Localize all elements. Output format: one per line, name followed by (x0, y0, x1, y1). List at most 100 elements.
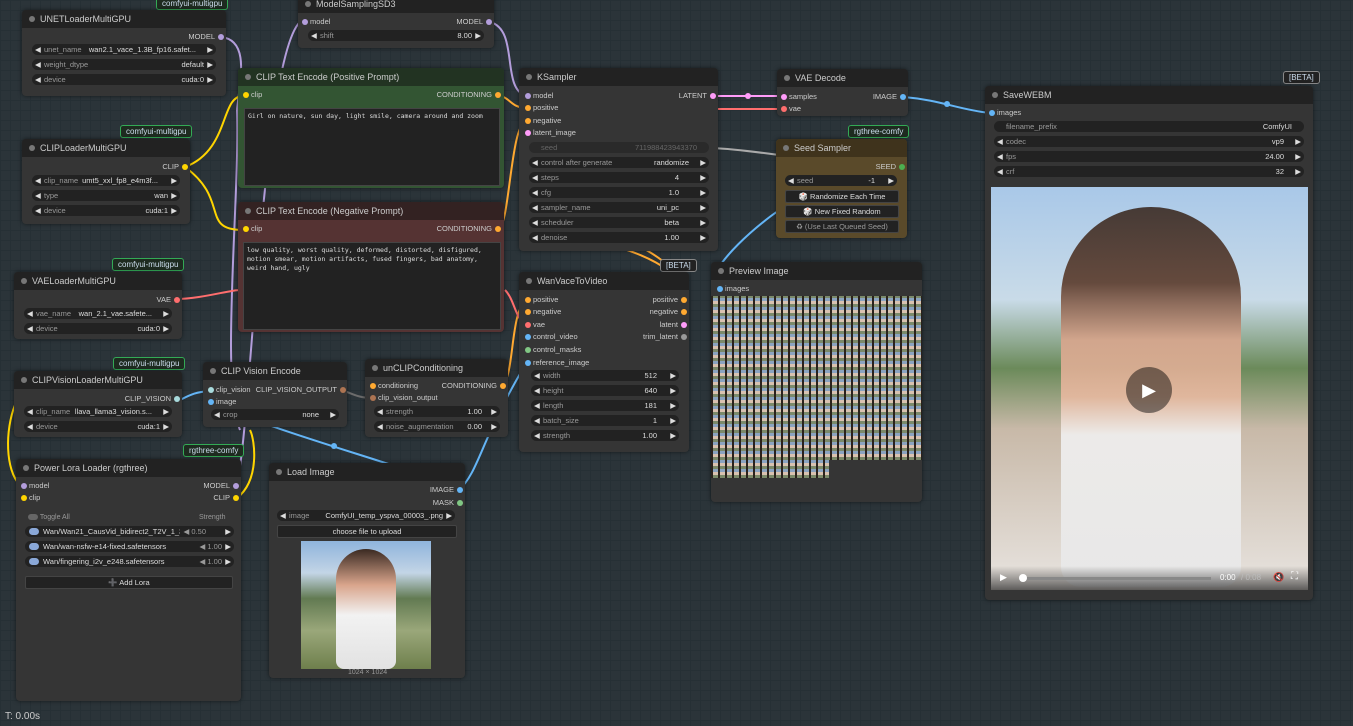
mask-output[interactable]: MASK (433, 498, 463, 508)
device-widget[interactable]: ◀ device cuda:1 ▶ (32, 205, 180, 216)
node-title[interactable]: Load Image (269, 463, 465, 481)
latent-image-input[interactable]: latent_image (525, 128, 576, 138)
positive-input[interactable]: positive (525, 295, 558, 305)
conditioning-output[interactable]: CONDITIONING (437, 90, 501, 100)
strength-widget[interactable]: ◀ strength 1.00 ▶ (531, 430, 679, 441)
vae-decode-node[interactable]: VAE Decode samples vae IMAGE (777, 69, 908, 116)
type-widget[interactable]: ◀ type wan ▶ (32, 190, 180, 201)
negative-prompt-node[interactable]: CLIP Text Encode (Negative Prompt) clip … (238, 202, 504, 332)
use-last-queued-seed-button[interactable]: ♻ (Use Last Queued Seed) (785, 220, 899, 233)
negative-prompt-textarea[interactable]: low quality, worst quality, deformed, di… (243, 242, 501, 330)
clip-vision-output-slot[interactable]: CLIP_VISION_OUTPUT (256, 385, 346, 395)
conditioning-output[interactable]: CONDITIONING (437, 224, 501, 234)
clip-name-widget[interactable]: ◀ clip_name llava_llama3_vision.s... ▶ (24, 406, 172, 417)
node-title[interactable]: SaveWEBM (985, 86, 1313, 104)
height-widget[interactable]: ◀ height 640 ▶ (531, 385, 679, 396)
lora-row[interactable]: Wan/Wan21_CausVid_bidirect2_T2V_1_3... ◀ … (25, 526, 234, 537)
vae-input[interactable]: vae (525, 320, 545, 330)
node-title[interactable]: UNETLoaderMultiGPU (22, 10, 226, 28)
filename-prefix-widget[interactable]: filename_prefix ComfyUI (994, 121, 1304, 132)
model-output[interactable]: MODEL (188, 32, 224, 42)
cfg-widget[interactable]: ◀ cfg 1.0 ▶ (529, 187, 709, 198)
samples-input[interactable]: samples (781, 92, 817, 102)
image-output[interactable]: IMAGE (430, 485, 463, 495)
node-title[interactable]: CLIP Text Encode (Positive Prompt) (238, 68, 504, 86)
positive-prompt-textarea[interactable]: Girl on nature, sun day, light smile, ca… (244, 108, 500, 186)
seed-sampler-node[interactable]: Seed Sampler SEED ◀ seed -1 ▶ 🎲 Randomize E… (776, 139, 907, 238)
seed-output[interactable]: SEED (876, 162, 905, 172)
preview-image-node[interactable]: Preview Image images (711, 262, 922, 502)
preview-thumbnail-grid[interactable] (711, 296, 922, 478)
new-fixed-random-button[interactable]: 🎲 New Fixed Random (785, 205, 899, 218)
negative-input[interactable]: negative (525, 116, 561, 126)
clip-input[interactable]: clip (21, 493, 40, 503)
node-title[interactable]: CLIP Vision Encode (203, 362, 347, 380)
crf-widget[interactable]: ◀ crf 32 ▶ (994, 166, 1304, 177)
node-title[interactable]: Power Lora Loader (rgthree) (16, 459, 241, 477)
node-title[interactable]: ModelSamplingSD3 (298, 0, 494, 13)
model-output[interactable]: MODEL (203, 481, 239, 491)
device-widget[interactable]: ◀ device cuda:0 ▶ (24, 323, 172, 334)
lora-toggle-icon[interactable] (29, 558, 39, 565)
clip-vision-input[interactable]: clip_vision (208, 385, 251, 395)
save-webm-node[interactable]: SaveWEBM images filename_prefix ComfyUI ◀… (985, 86, 1313, 600)
control-after-generate-widget[interactable]: ◀ control after generate randomize ▶ (529, 157, 709, 168)
clip-input[interactable]: clip (243, 90, 262, 100)
clip-output[interactable]: CLIP (162, 162, 188, 172)
device-widget[interactable]: ◀ device cuda:0 ▶ (32, 74, 216, 85)
seed-widget[interactable]: seed 711988423943370 (529, 142, 709, 153)
model-input[interactable]: model (21, 481, 49, 491)
model-input[interactable]: model (302, 17, 330, 27)
shift-widget[interactable]: ◀ shift 8.00 ▶ (308, 30, 484, 41)
conditioning-input[interactable]: conditioning (370, 381, 418, 391)
lora-toggle-icon[interactable] (29, 528, 39, 535)
denoise-widget[interactable]: ◀ denoise 1.00 ▶ (529, 232, 709, 243)
model-sampling-sd3-node[interactable]: ModelSamplingSD3 model MODEL ◀ shift 8.00 ▶ (298, 0, 494, 48)
clip-input[interactable]: clip (243, 224, 262, 234)
negative-input[interactable]: negative (525, 307, 561, 317)
noise-augmentation-widget[interactable]: ◀ noise_augmentation 0.00 ▶ (374, 421, 500, 432)
clip-vision-output-input[interactable]: clip_vision_output (370, 393, 438, 403)
node-title[interactable]: VAE Decode (777, 69, 908, 87)
seed-widget[interactable]: ◀ seed -1 ▶ (785, 175, 897, 186)
images-input[interactable]: images (717, 284, 749, 294)
length-widget[interactable]: ◀ length 181 ▶ (531, 400, 679, 411)
wan-vace-to-video-node[interactable]: WanVaceToVideo positive negative vae con… (519, 272, 689, 452)
clip-vision-output[interactable]: CLIP_VISION (125, 394, 180, 404)
clip-loader-node[interactable]: CLIPLoaderMultiGPU CLIP ◀ clip_name umt5_x… (22, 139, 190, 224)
play-button-icon[interactable]: ▶ (1000, 572, 1007, 583)
positive-prompt-node[interactable]: CLIP Text Encode (Positive Prompt) clip … (238, 68, 504, 188)
load-image-node[interactable]: Load Image IMAGE MASK ◀ image ComfyUI_temp… (269, 463, 465, 678)
images-input[interactable]: images (989, 108, 1021, 118)
node-title[interactable]: CLIPVisionLoaderMultiGPU (14, 371, 182, 389)
video-player[interactable]: ▶ ▶ 0:00 / 0:08 🔇 ⛶ (991, 187, 1308, 590)
latent-output[interactable]: latent (660, 320, 687, 330)
device-widget[interactable]: ◀ device cuda:1 ▶ (24, 421, 172, 432)
ksampler-node[interactable]: KSampler model positive negative latent_… (519, 68, 718, 251)
play-overlay-icon[interactable]: ▶ (1126, 367, 1172, 413)
scheduler-widget[interactable]: ◀ scheduler beta ▶ (529, 217, 709, 228)
crop-widget[interactable]: ◀ crop none ▶ (211, 409, 339, 420)
model-input[interactable]: model (525, 91, 553, 101)
clip-vision-loader-node[interactable]: CLIPVisionLoaderMultiGPU CLIP_VISION ◀ cl… (14, 371, 182, 437)
positive-output[interactable]: positive (653, 295, 687, 305)
conditioning-output[interactable]: CONDITIONING (442, 381, 506, 391)
image-select-widget[interactable]: ◀ image ComfyUI_temp_yspva_00003_.png ▶ (277, 510, 455, 521)
negative-output[interactable]: negative (650, 307, 687, 317)
power-lora-loader-node[interactable]: Power Lora Loader (rgthree) model clip M… (16, 459, 241, 701)
fullscreen-icon[interactable]: ⛶ (1291, 571, 1298, 582)
unet-loader-node[interactable]: UNETLoaderMultiGPU MODEL ◀ unet_name wan2.… (22, 10, 226, 96)
node-title[interactable]: VAELoaderMultiGPU (14, 272, 182, 290)
mute-icon[interactable]: 🔇 (1273, 572, 1284, 583)
sampler-name-widget[interactable]: ◀ sampler_name uni_pc ▶ (529, 202, 709, 213)
batch-size-widget[interactable]: ◀ batch_size 1 ▶ (531, 415, 679, 426)
node-title[interactable]: Seed Sampler (776, 139, 907, 157)
vae-input[interactable]: vae (781, 104, 801, 114)
vae-loader-node[interactable]: VAELoaderMultiGPU VAE ◀ vae_name wan_2.1_v… (14, 272, 182, 339)
latent-output[interactable]: LATENT (679, 91, 716, 101)
lora-row[interactable]: Wan/fingering_i2v_e248.safetensors ◀ 1.00… (25, 556, 234, 567)
node-title[interactable]: KSampler (519, 68, 718, 86)
lora-toggle-icon[interactable] (29, 543, 39, 550)
lora-row[interactable]: Wan/wan-nsfw-e14-fixed.safetensors ◀ 1.00… (25, 541, 234, 552)
steps-widget[interactable]: ◀ steps 4 ▶ (529, 172, 709, 183)
